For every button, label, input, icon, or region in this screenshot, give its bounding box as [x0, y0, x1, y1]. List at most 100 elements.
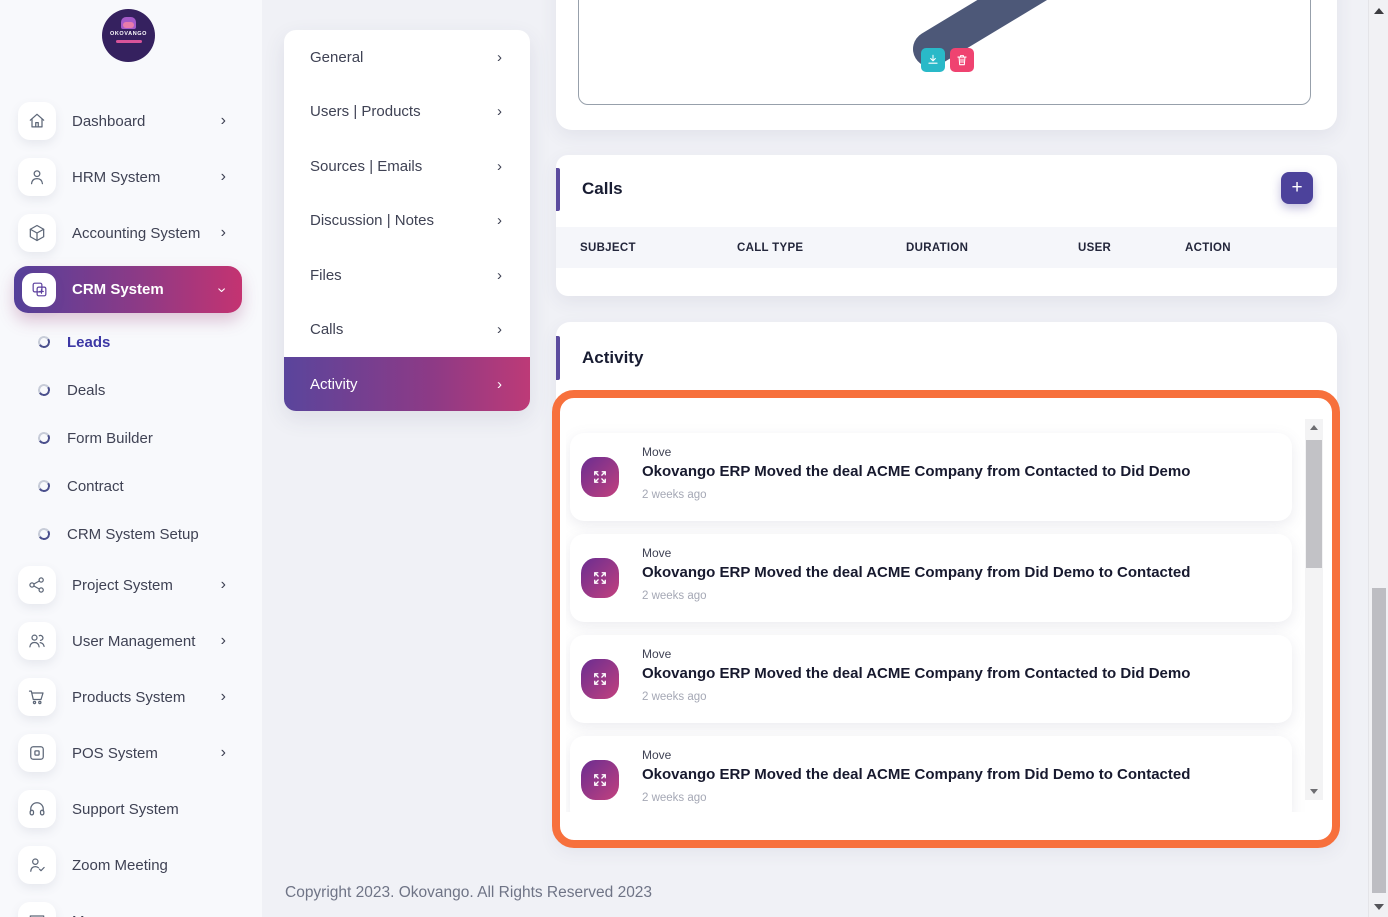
- chevron-right-icon: ›: [221, 113, 226, 129]
- triangle-down-icon: [1374, 904, 1384, 910]
- sidebar-item-messenger[interactable]: Messenger: [18, 899, 244, 917]
- brand-logo[interactable]: OKOVANGO: [102, 9, 155, 62]
- activity-feed-list: Move Okovango ERP Moved the deal ACME Co…: [566, 398, 1326, 812]
- activity-timestamp: 2 weeks ago: [642, 590, 707, 602]
- activity-section-title: Activity: [582, 348, 643, 368]
- crm-app: OKOVANGO Dashboard › HRM System › Accoun…: [0, 0, 1388, 917]
- activity-list-item[interactable]: Move Okovango ERP Moved the deal ACME Co…: [570, 534, 1292, 622]
- sidebar-item-pos-system[interactable]: POS System ›: [18, 731, 244, 775]
- cart-icon: [18, 678, 56, 716]
- sidebar-item-label: User Management: [72, 633, 195, 650]
- column-header-user: USER: [1078, 227, 1111, 268]
- sidebar-item-project-system[interactable]: Project System ›: [18, 563, 244, 607]
- page-scrollbar[interactable]: [1368, 0, 1388, 917]
- sidebar-item-label: CRM System: [72, 281, 164, 298]
- sidebar-item-label: Support System: [72, 801, 179, 818]
- logo-tagline: [116, 40, 142, 43]
- activity-timestamp: 2 weeks ago: [642, 691, 707, 703]
- chevron-right-icon: ›: [221, 577, 226, 593]
- sidebar-item-crm-system[interactable]: CRM System ›: [14, 266, 242, 313]
- sidebar-subitem-deals[interactable]: Deals: [38, 373, 105, 407]
- activity-list-item[interactable]: Move Okovango ERP Moved the deal ACME Co…: [570, 433, 1292, 521]
- sidebar-item-label: Dashboard: [72, 113, 145, 130]
- calls-card: Calls + SUBJECT CALL TYPE DURATION USER …: [556, 155, 1337, 296]
- attachment-card: [556, 0, 1337, 130]
- delete-button[interactable]: [950, 48, 974, 72]
- sidebar-item-hrm-system[interactable]: HRM System ›: [18, 155, 244, 199]
- windows-icon: [22, 273, 56, 307]
- sidebar-subitem-contract[interactable]: Contract: [38, 469, 124, 503]
- lead-menu-item-sources-emails[interactable]: Sources | Emails ›: [284, 139, 530, 193]
- scroll-down-button[interactable]: [1305, 783, 1323, 800]
- subitem-label: Contract: [67, 478, 124, 495]
- chevron-right-icon: ›: [497, 268, 502, 283]
- lead-menu-item-files[interactable]: Files ›: [284, 248, 530, 302]
- sidebar-item-user-management[interactable]: User Management ›: [18, 619, 244, 663]
- chevron-down-icon: ›: [213, 287, 229, 292]
- sidebar-subitem-form-builder[interactable]: Form Builder: [38, 421, 153, 455]
- bullet-icon: [37, 479, 51, 493]
- lead-menu-item-discussion-notes[interactable]: Discussion | Notes ›: [284, 193, 530, 247]
- activity-scrollbar[interactable]: [1305, 419, 1323, 800]
- move-arrows-icon: [581, 558, 619, 598]
- bullet-icon: [37, 431, 51, 445]
- chevron-right-icon: ›: [497, 213, 502, 228]
- sidebar-item-zoom-meeting[interactable]: Zoom Meeting: [18, 843, 244, 887]
- triangle-down-icon: [1310, 789, 1318, 794]
- plus-icon: +: [1291, 177, 1302, 199]
- signature-preview-box: [578, 0, 1311, 105]
- subitem-label: Form Builder: [67, 430, 153, 447]
- sidebar-item-dashboard[interactable]: Dashboard ›: [18, 99, 244, 143]
- scrollbar-thumb[interactable]: [1372, 588, 1386, 893]
- chevron-right-icon: ›: [221, 689, 226, 705]
- pos-icon: [18, 734, 56, 772]
- move-arrows-icon: [581, 760, 619, 800]
- sidebar-item-label: Messenger: [72, 913, 146, 917]
- chevron-right-icon: ›: [497, 50, 502, 65]
- chevron-right-icon: ›: [221, 169, 226, 185]
- triangle-up-icon: [1374, 8, 1384, 14]
- lead-menu-item-users-products[interactable]: Users | Products ›: [284, 84, 530, 138]
- sidebar-subitem-crm-system-setup[interactable]: CRM System Setup: [38, 517, 199, 551]
- sidebar-item-label: Zoom Meeting: [72, 857, 168, 874]
- download-button[interactable]: [921, 48, 945, 72]
- lead-menu-item-calls[interactable]: Calls ›: [284, 302, 530, 356]
- activity-type: Move: [642, 445, 671, 459]
- menu-item-label: General: [310, 49, 363, 66]
- calls-table-header: SUBJECT CALL TYPE DURATION USER ACTION: [556, 227, 1337, 268]
- move-arrows-icon: [581, 659, 619, 699]
- user-icon: [18, 158, 56, 196]
- trash-icon: [955, 53, 969, 67]
- column-header-action: ACTION: [1185, 227, 1231, 268]
- menu-item-label: Users | Products: [310, 103, 421, 120]
- activity-type: Move: [642, 748, 671, 762]
- menu-item-label: Sources | Emails: [310, 158, 422, 175]
- activity-list-item[interactable]: Move Okovango ERP Moved the deal ACME Co…: [570, 736, 1292, 812]
- scroll-up-button[interactable]: [1305, 419, 1323, 436]
- menu-item-label: Calls: [310, 321, 343, 338]
- sidebar-item-support-system[interactable]: Support System: [18, 787, 244, 831]
- scroll-down-button[interactable]: [1369, 898, 1388, 915]
- cube-icon: [18, 214, 56, 252]
- menu-item-label: Activity: [310, 376, 358, 393]
- chevron-right-icon: ›: [497, 377, 502, 392]
- scrollbar-thumb[interactable]: [1306, 440, 1322, 568]
- lead-menu-item-activity[interactable]: Activity ›: [284, 357, 530, 411]
- activity-timestamp: 2 weeks ago: [642, 792, 707, 804]
- chevron-right-icon: ›: [497, 322, 502, 337]
- sidebar-item-products-system[interactable]: Products System ›: [18, 675, 244, 719]
- subitem-label: Deals: [67, 382, 105, 399]
- sidebar-item-label: Accounting System: [72, 225, 200, 242]
- sidebar-item-accounting-system[interactable]: Accounting System ›: [18, 211, 244, 255]
- column-header-subject: SUBJECT: [580, 227, 636, 268]
- chat-icon: [18, 902, 56, 917]
- calls-section-title: Calls: [582, 179, 623, 199]
- activity-list-item[interactable]: Move Okovango ERP Moved the deal ACME Co…: [570, 635, 1292, 723]
- chevron-right-icon: ›: [497, 104, 502, 119]
- lead-menu-item-general[interactable]: General ›: [284, 30, 530, 84]
- scroll-up-button[interactable]: [1369, 2, 1388, 19]
- subitem-label: Leads: [67, 334, 110, 351]
- add-call-button[interactable]: +: [1281, 172, 1313, 204]
- user-check-icon: [18, 846, 56, 884]
- sidebar-subitem-leads[interactable]: Leads: [38, 325, 110, 359]
